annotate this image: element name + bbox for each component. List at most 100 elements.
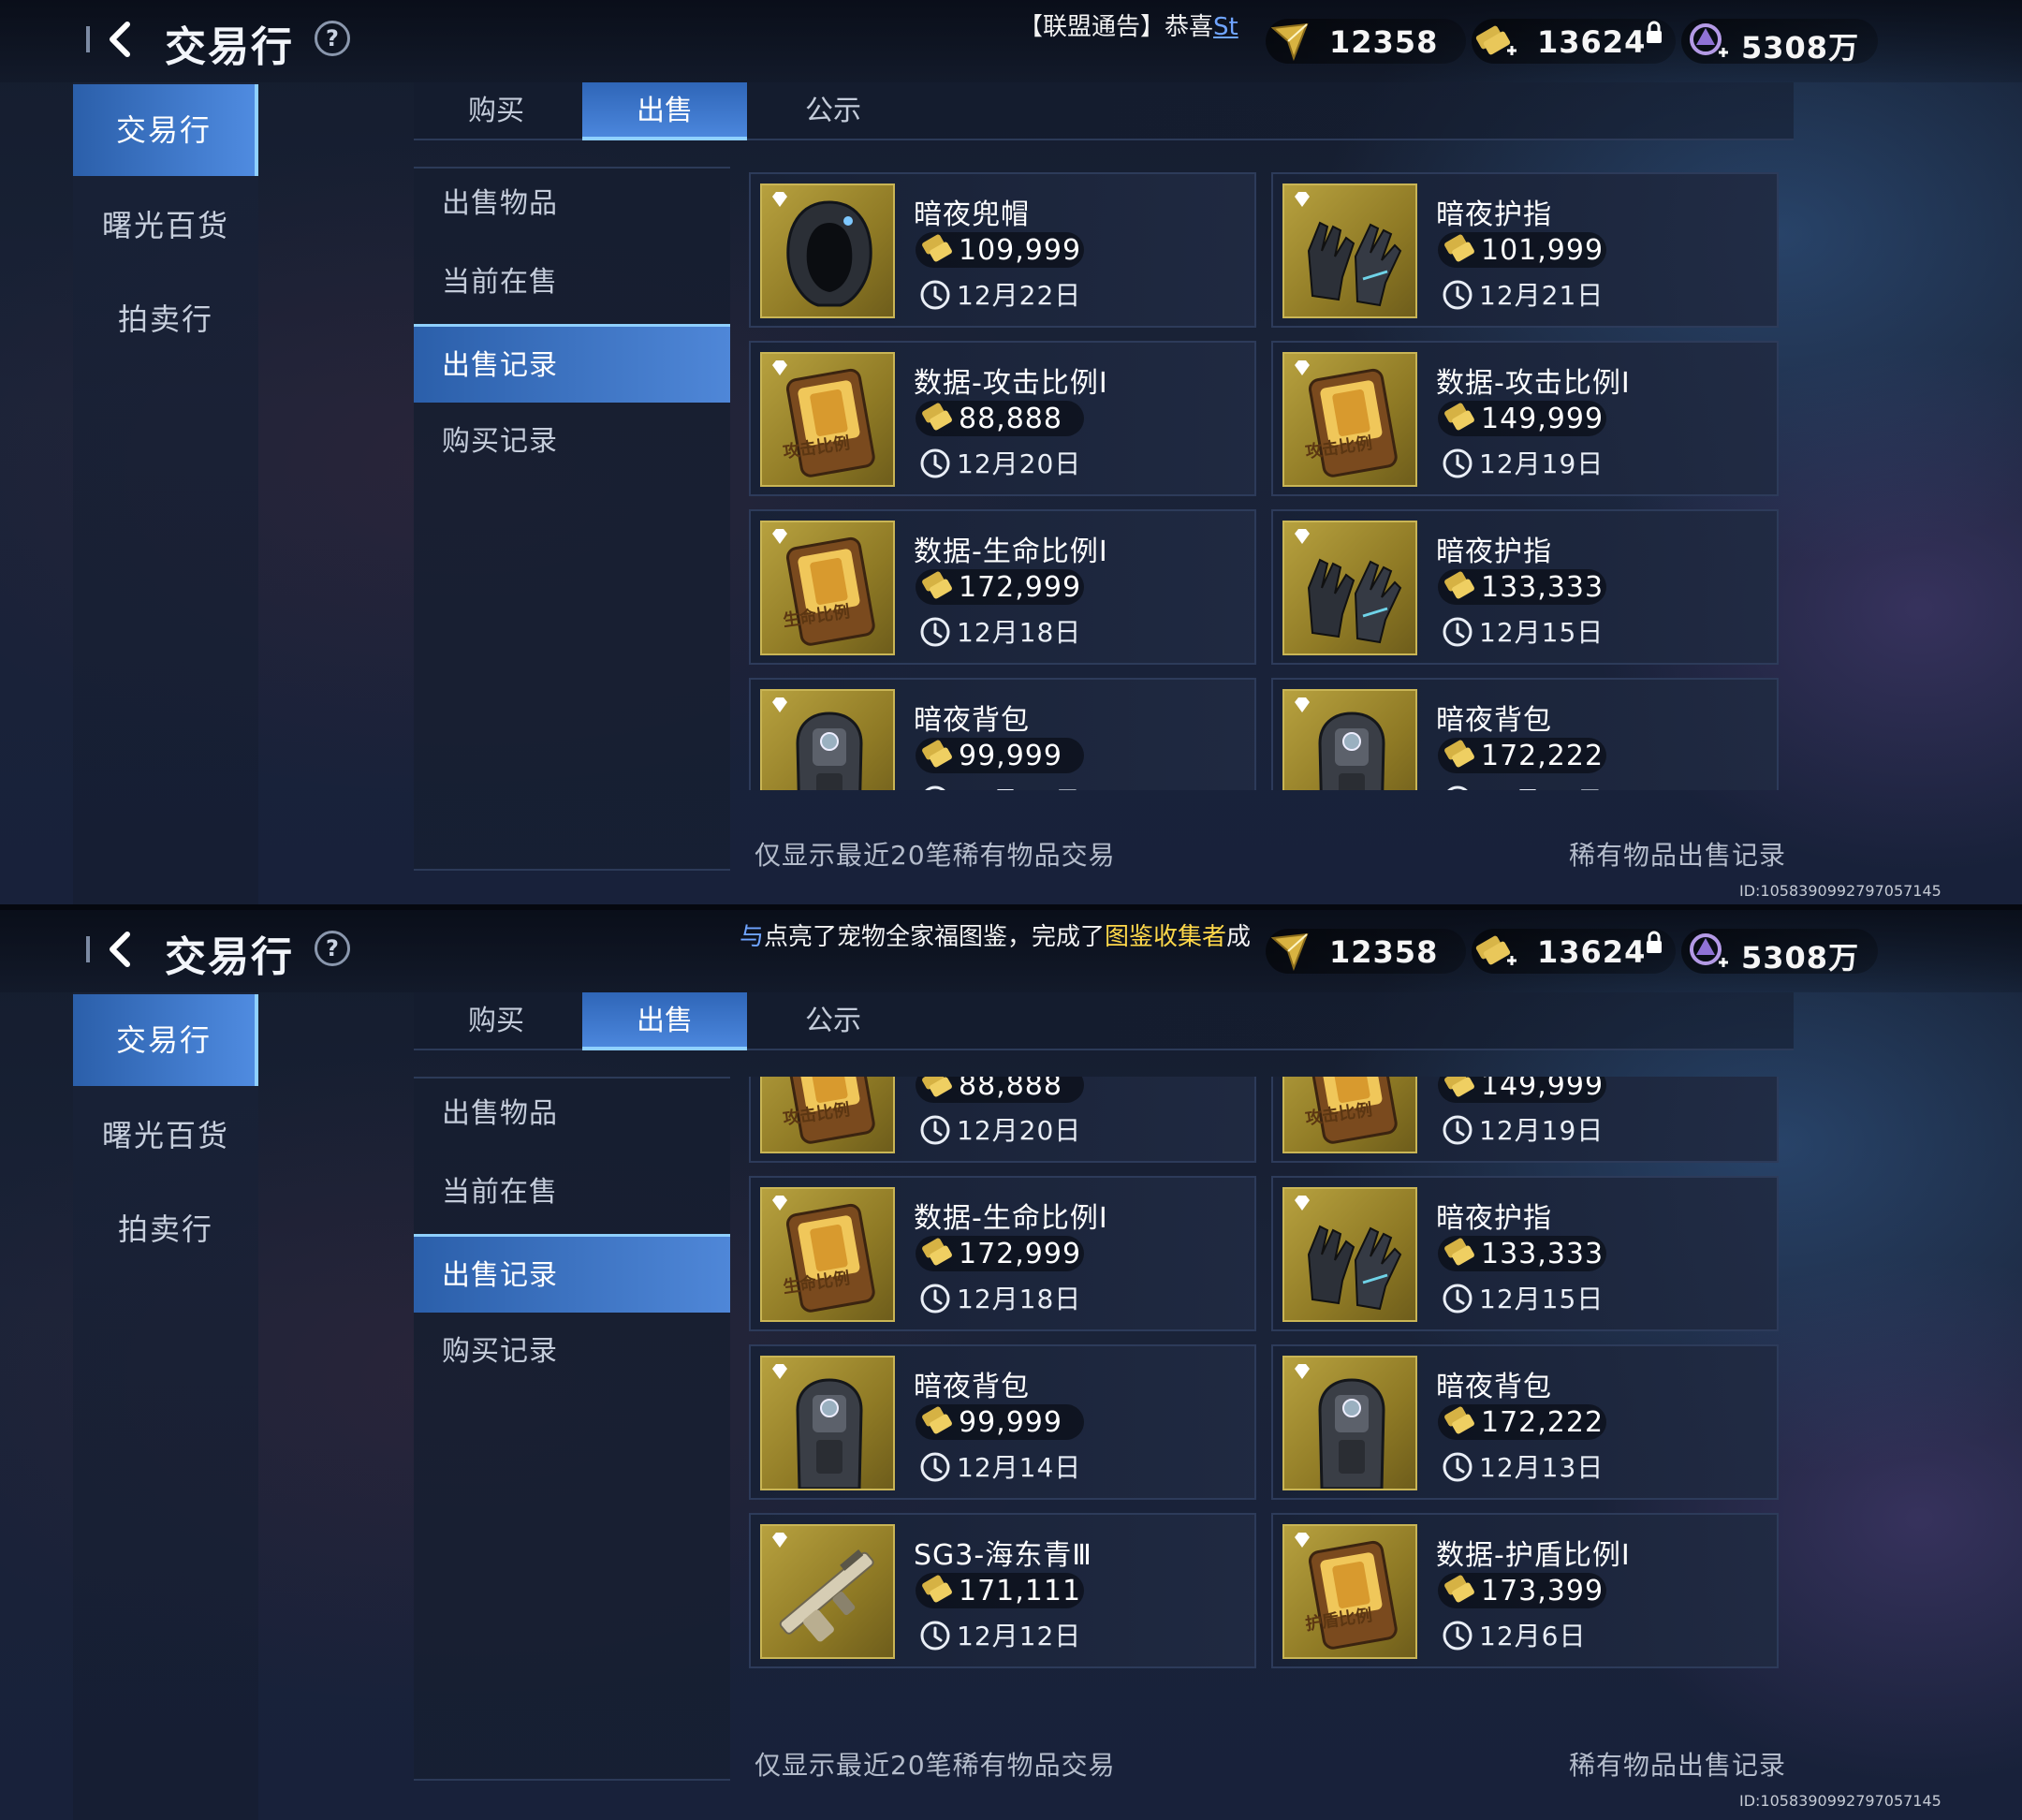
crystal-add-icon[interactable] — [1683, 927, 1732, 976]
item-thumbnail[interactable] — [760, 1524, 895, 1659]
sale-date: 12月12日 — [957, 1621, 1082, 1651]
sale-record-card[interactable]: 暗夜护指 133,333 12月15日 — [1271, 1176, 1779, 1331]
gold-add-icon[interactable] — [1472, 927, 1520, 976]
announcement-ticker: 【联盟通告】恭喜St — [1018, 7, 1238, 42]
top-bar: 交易行 ? 【联盟通告】恭喜St 12358 13624 5308万 — [0, 0, 2022, 82]
subnav-on-sale[interactable]: 当前在售 — [414, 243, 730, 322]
sale-record-card[interactable]: 攻击比例数据-攻击比例Ⅰ88,88812月20日 — [749, 341, 1256, 496]
gold-add-icon[interactable] — [1472, 17, 1520, 66]
subnav-purchase-history[interactable]: 购买记录 — [414, 1313, 730, 1391]
sale-record-card[interactable]: 攻击比例数据-攻击比例Ⅰ149,99912月19日 — [1271, 1077, 1779, 1163]
nav-dawn-store[interactable]: 曙光百货 — [73, 180, 258, 272]
item-price: 171,111 — [959, 1575, 1082, 1607]
rare-gem-icon — [1295, 529, 1310, 544]
gold-coin-icon — [922, 1575, 952, 1603]
gold-coin-icon — [922, 1077, 952, 1097]
item-thumbnail[interactable] — [760, 689, 895, 790]
screen-2: 交易行 ? 与点亮了宠物全家福图鉴，完成了图鉴收集者成 12358 13624 … — [0, 910, 2022, 1820]
sale-record-card[interactable]: 攻击比例数据-攻击比例Ⅰ149,99912月19日 — [1271, 341, 1779, 496]
sale-record-card[interactable]: 暗夜背包99,999 12月14日 — [749, 678, 1256, 790]
crystal-amount: 5308万 — [1741, 940, 1860, 976]
currency-gold[interactable]: 13624 — [1472, 19, 1676, 64]
gold-coin-icon — [922, 234, 952, 262]
item-thumbnail[interactable]: 攻击比例 — [760, 1077, 895, 1153]
sale-date: 12月18日 — [957, 1284, 1082, 1314]
item-thumbnail[interactable] — [1282, 1356, 1417, 1490]
sales-record-grid[interactable]: 攻击比例数据-攻击比例Ⅰ88,88812月20日攻击比例数据-攻击比例Ⅰ149,… — [749, 1077, 1788, 1700]
notice-achievement: 图鉴收集者 — [1105, 923, 1227, 951]
back-arrow-icon[interactable] — [101, 929, 142, 970]
subnav-sales-history[interactable]: 出售记录 — [414, 324, 730, 403]
subnav-sell-items[interactable]: 出售物品 — [414, 165, 730, 243]
nav-auction-house[interactable]: 拍卖行 — [73, 273, 258, 365]
player-id: ID:1058390992797057145 — [1739, 1792, 1941, 1810]
tab-buy[interactable]: 购买 — [414, 992, 579, 1050]
sale-record-card[interactable]: 暗夜背包172,222 12月13日 — [1271, 678, 1779, 790]
sale-date: 12月13日 — [1479, 781, 1604, 790]
rare-gem-icon — [1295, 192, 1310, 207]
item-name: 暗夜背包 — [1436, 704, 1552, 737]
crystal-add-icon[interactable] — [1683, 17, 1732, 66]
nav-auction-house[interactable]: 拍卖行 — [73, 1183, 258, 1275]
currency-crystal[interactable]: 5308万 — [1681, 17, 1878, 66]
item-thumbnail[interactable]: 攻击比例 — [1282, 1077, 1417, 1153]
notice-player-link[interactable]: St — [1213, 13, 1238, 41]
item-thumbnail[interactable]: 护盾比例 — [1282, 1524, 1417, 1659]
tab-public[interactable]: 公示 — [751, 82, 916, 140]
item-thumbnail[interactable] — [1282, 1187, 1417, 1322]
rare-sales-record-link[interactable]: 稀有物品出售记录 — [1569, 835, 1786, 873]
screen-1: 交易行 ? 【联盟通告】恭喜St 12358 13624 5308万 交易行 曙… — [0, 0, 2022, 910]
gold-coin-icon — [1444, 1238, 1474, 1266]
tab-sell[interactable]: 出售 — [582, 992, 747, 1050]
sale-record-card[interactable]: 暗夜护指 133,333 12月15日 — [1271, 509, 1779, 665]
currency-trophy: 12358 — [1266, 929, 1466, 974]
item-thumbnail[interactable]: 生命比例 — [760, 1187, 895, 1322]
rare-gem-icon — [1295, 697, 1310, 712]
clock-icon — [1443, 617, 1473, 647]
subnav-purchase-history[interactable]: 购买记录 — [414, 403, 730, 481]
sale-record-card[interactable]: 暗夜兜帽 109,999 12月22日 — [749, 172, 1256, 328]
sale-record-card[interactable]: 生命比例 数据-生命比例Ⅰ 172,999 12月18日 — [749, 509, 1256, 665]
item-thumbnail[interactable]: 攻击比例 — [1282, 352, 1417, 487]
sale-date: 12月20日 — [957, 1115, 1082, 1146]
item-name: 暗夜背包 — [914, 1371, 1030, 1403]
help-icon[interactable]: ? — [315, 931, 350, 966]
sale-record-card[interactable]: 暗夜背包172,222 12月13日 — [1271, 1344, 1779, 1500]
top-bar: 交易行 ? 与点亮了宠物全家福图鉴，完成了图鉴收集者成 12358 13624 … — [0, 910, 2022, 992]
currency-gold[interactable]: 13624 — [1472, 929, 1676, 974]
nav-trading-house[interactable]: 交易行 — [73, 84, 258, 176]
currency-crystal[interactable]: 5308万 — [1681, 927, 1878, 976]
subnav-sales-history[interactable]: 出售记录 — [414, 1234, 730, 1313]
sales-record-grid[interactable]: 暗夜兜帽 109,999 12月22日 暗夜护指 101,999 12月21日 攻击比例 数据… — [749, 167, 1788, 790]
item-price: 173,399 — [1481, 1575, 1604, 1607]
sale-record-card[interactable]: 暗夜背包99,999 12月14日 — [749, 1344, 1256, 1500]
item-thumbnail[interactable] — [1282, 689, 1417, 790]
nav-dawn-store[interactable]: 曙光百货 — [73, 1090, 258, 1182]
item-price: 133,333 — [1481, 1238, 1604, 1270]
item-price: 109,999 — [959, 234, 1082, 267]
subnav-sell-items[interactable]: 出售物品 — [414, 1075, 730, 1153]
tab-buy[interactable]: 购买 — [414, 82, 579, 140]
footer-note: 仅显示最近20笔稀有物品交易 — [755, 1750, 1116, 1781]
item-thumbnail[interactable] — [760, 183, 895, 318]
item-thumbnail[interactable] — [760, 1356, 895, 1490]
nav-trading-house[interactable]: 交易行 — [73, 994, 258, 1086]
tab-sell[interactable]: 出售 — [582, 82, 747, 140]
sale-record-card[interactable]: SG3-海东青Ⅲ 171,111 12月12日 — [749, 1513, 1256, 1668]
trophy-amount: 12358 — [1329, 934, 1439, 970]
item-thumbnail[interactable] — [1282, 183, 1417, 318]
tab-public[interactable]: 公示 — [751, 992, 916, 1050]
sale-record-card[interactable]: 暗夜护指 101,999 12月21日 — [1271, 172, 1779, 328]
subnav-on-sale[interactable]: 当前在售 — [414, 1153, 730, 1232]
item-thumbnail[interactable] — [1282, 521, 1417, 655]
item-thumbnail[interactable]: 生命比例 — [760, 521, 895, 655]
sale-record-card[interactable]: 攻击比例数据-攻击比例Ⅰ88,88812月20日 — [749, 1077, 1256, 1163]
item-thumbnail[interactable]: 攻击比例 — [760, 352, 895, 487]
item-price: 172,999 — [959, 1238, 1082, 1270]
sale-record-card[interactable]: 生命比例 数据-生命比例Ⅰ 172,999 12月18日 — [749, 1176, 1256, 1331]
rare-gem-icon — [1295, 1533, 1310, 1548]
rare-sales-record-link[interactable]: 稀有物品出售记录 — [1569, 1745, 1786, 1783]
sale-record-card[interactable]: 护盾比例 数据-护盾比例Ⅰ 173,399 12月6日 — [1271, 1513, 1779, 1668]
help-icon[interactable]: ? — [315, 21, 350, 56]
back-arrow-icon[interactable] — [101, 19, 142, 60]
